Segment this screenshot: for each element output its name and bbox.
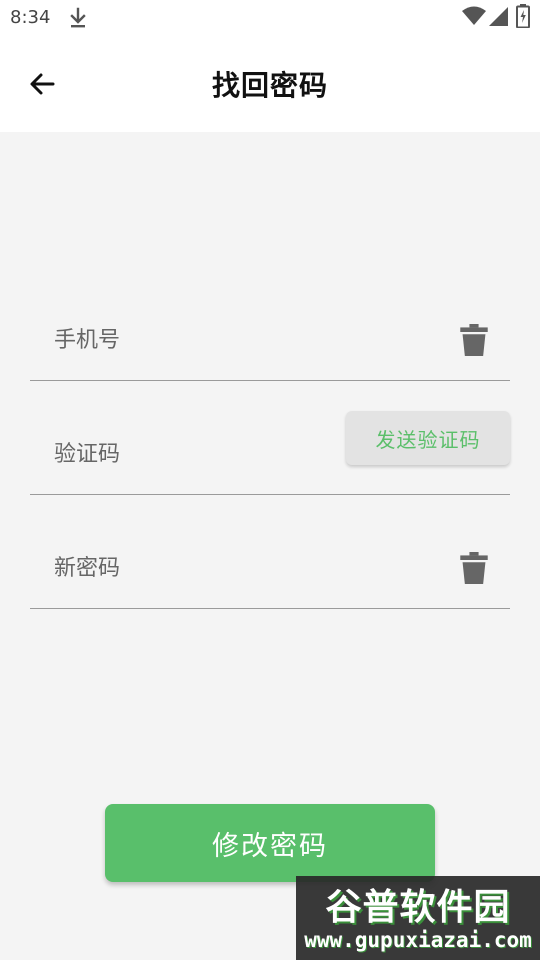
- download-icon: [70, 7, 86, 28]
- wifi-icon: [462, 6, 486, 25]
- battery-icon: [516, 4, 530, 28]
- page-title: 找回密码: [211, 69, 328, 102]
- watermark-url: www.gupuxiazai.com: [304, 928, 532, 952]
- phone-field: [30, 290, 510, 381]
- new-password-field: [30, 518, 510, 609]
- change-password-button[interactable]: 修改密码: [105, 804, 435, 882]
- signal-icon: [489, 7, 508, 26]
- app-bar: 找回密码: [0, 36, 540, 132]
- status-time: 8:34: [10, 7, 51, 28]
- trash-icon[interactable]: [460, 324, 488, 356]
- verification-code-field: 发送验证码: [30, 404, 510, 495]
- send-code-button[interactable]: 发送验证码: [346, 411, 510, 465]
- watermark-title: 谷普软件园: [325, 887, 511, 928]
- new-password-input[interactable]: [54, 546, 354, 590]
- trash-icon[interactable]: [460, 552, 488, 584]
- watermark-logo: 谷普软件园 www.gupuxiazai.com: [296, 876, 540, 960]
- status-bar: 8:34: [0, 0, 540, 36]
- phone-input[interactable]: [54, 318, 354, 362]
- verification-code-input[interactable]: [54, 432, 354, 476]
